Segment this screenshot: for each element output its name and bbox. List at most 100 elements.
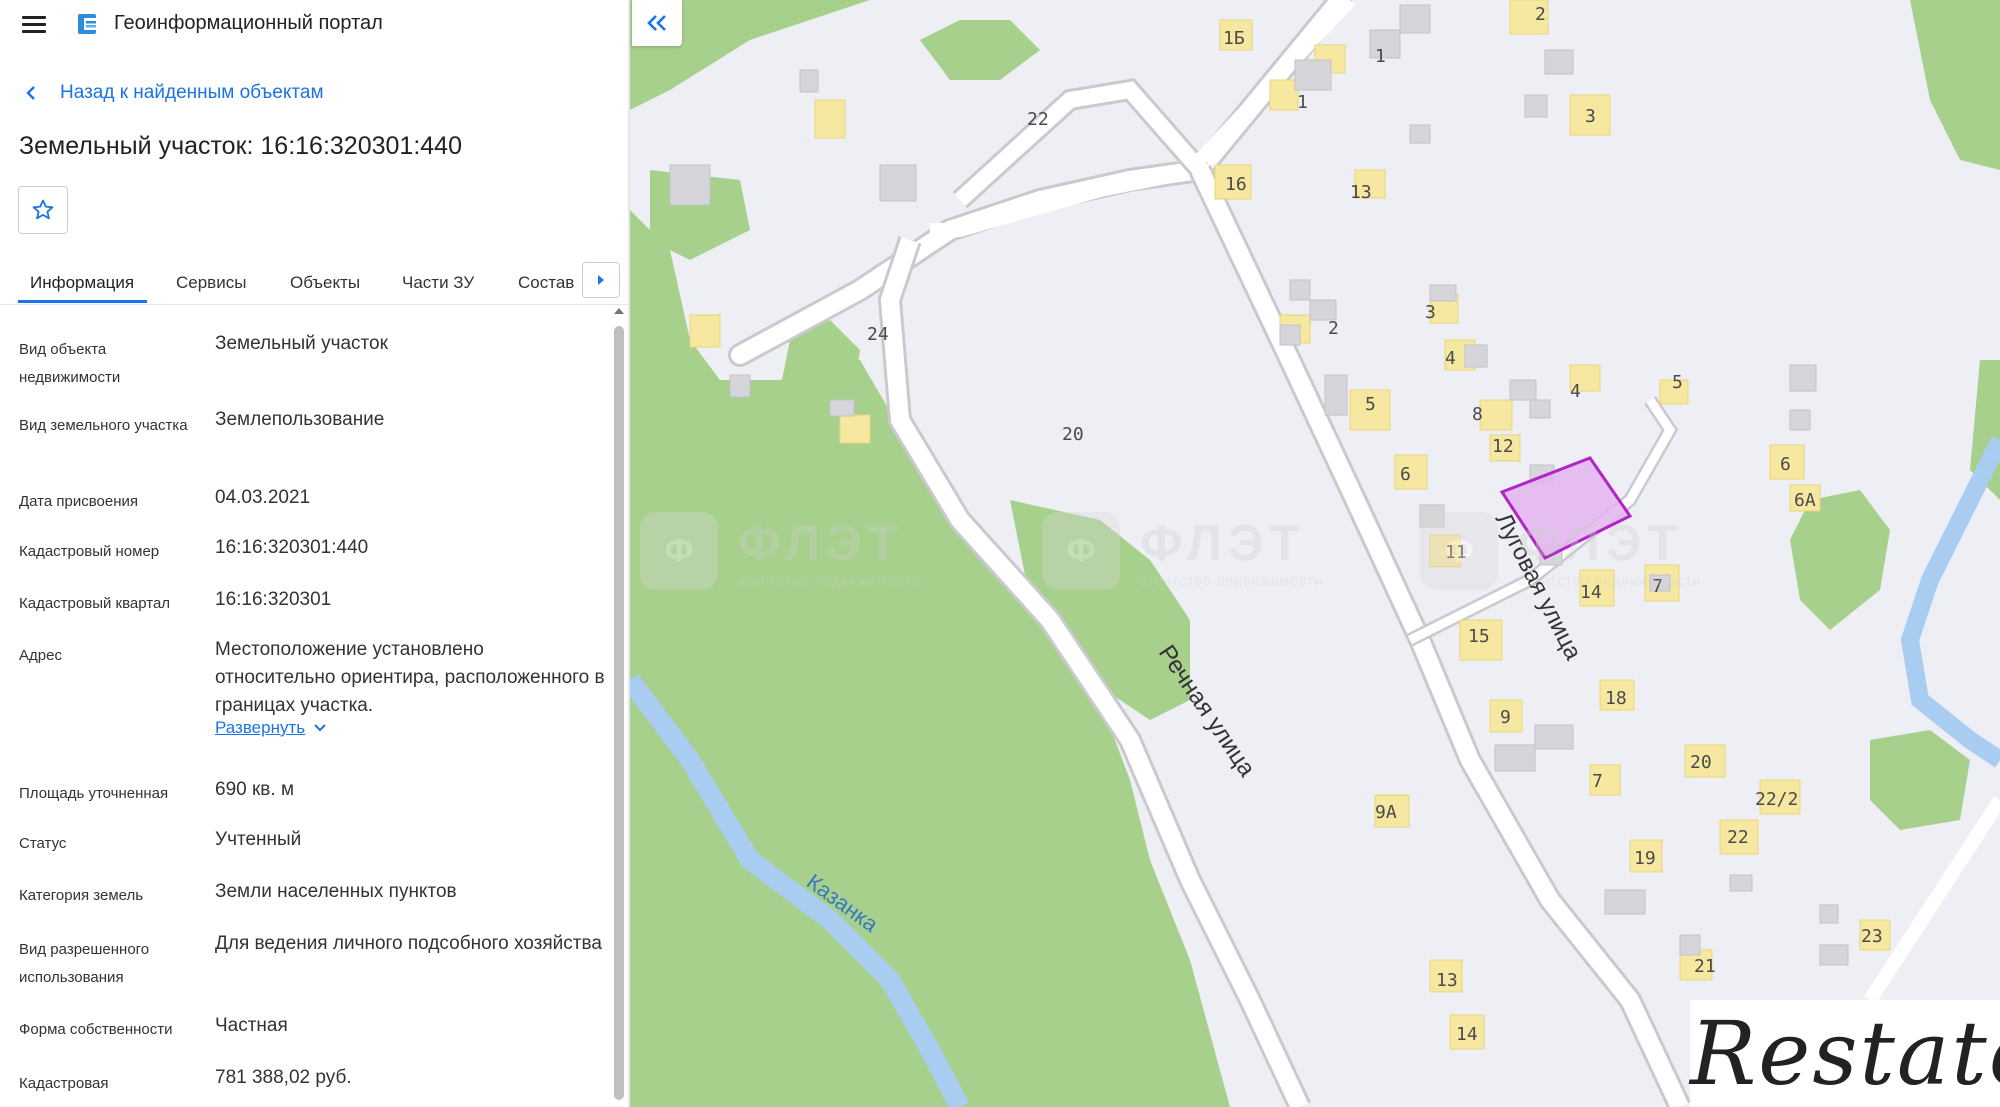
expand-address-link[interactable]: Развернуть bbox=[215, 718, 327, 738]
back-link-label: Назад к найденным объектам bbox=[60, 82, 324, 103]
info-value: 781 388,02 руб. bbox=[215, 1067, 352, 1088]
outbuilding bbox=[1324, 374, 1348, 416]
info-label: Кадастровый номер bbox=[19, 543, 160, 560]
info-label: Вид разрешенного использования bbox=[19, 941, 150, 986]
star-icon bbox=[32, 199, 54, 220]
outbuilding bbox=[1544, 49, 1574, 75]
house-number: 24 bbox=[867, 324, 889, 345]
house-number: 5 bbox=[1672, 372, 1683, 393]
house-number: 14 bbox=[1456, 1024, 1478, 1045]
tab-objects[interactable]: Объекты bbox=[290, 266, 360, 300]
house-number: 4 bbox=[1445, 348, 1456, 369]
house-number: 9 bbox=[1500, 707, 1511, 728]
outbuilding bbox=[1534, 724, 1574, 750]
house-number: 5 bbox=[1365, 394, 1376, 415]
outbuilding bbox=[1789, 409, 1811, 431]
watermark-logo: Ф bbox=[1420, 512, 1498, 590]
app-title: Геоинформационный портал bbox=[114, 12, 383, 34]
info-label: Площадь уточненная bbox=[19, 785, 169, 802]
info-value: Землепользование bbox=[215, 409, 385, 430]
back-to-results-link[interactable]: Назад к найденным объектам bbox=[24, 82, 324, 104]
watermark-logo: Ф bbox=[1042, 512, 1120, 590]
info-label: Кадастровая bbox=[19, 1075, 109, 1092]
chevron-left-icon bbox=[26, 86, 35, 100]
outbuilding bbox=[1309, 299, 1337, 321]
house-number: 21 bbox=[1694, 956, 1716, 977]
brand-text: Restate bbox=[1690, 1002, 2000, 1105]
tab-info[interactable]: Информация bbox=[30, 266, 134, 300]
outbuilding bbox=[1604, 889, 1646, 915]
outbuilding bbox=[1509, 379, 1537, 401]
collapse-panel-button[interactable] bbox=[632, 0, 682, 46]
building bbox=[839, 414, 871, 444]
watermark-sub: агентство недвижимости bbox=[1140, 572, 1324, 588]
outbuilding bbox=[1279, 324, 1301, 346]
info-value: Земельный участок bbox=[215, 333, 388, 354]
info-value: 16:16:320301:440 bbox=[215, 537, 369, 558]
house-number: 15 bbox=[1468, 626, 1490, 647]
tabs-scroll-right-button[interactable] bbox=[582, 262, 620, 298]
watermark: Ф ФЛЭТ агентство недвижимости bbox=[640, 512, 921, 590]
outbuilding bbox=[1524, 94, 1548, 118]
house-number: 13 bbox=[1436, 970, 1458, 991]
info-label: Вид земельного участка bbox=[19, 417, 188, 434]
outbuilding bbox=[829, 399, 855, 417]
house-number: 19 bbox=[1634, 848, 1656, 869]
house-number: 6А bbox=[1794, 490, 1816, 511]
house-number: 22/2 bbox=[1755, 789, 1798, 810]
house-number: 7 bbox=[1592, 771, 1603, 792]
outbuilding bbox=[1464, 344, 1488, 368]
outbuilding bbox=[1679, 934, 1701, 956]
info-label: Дата присвоения bbox=[19, 493, 138, 510]
object-title: Земельный участок: 16:16:320301:440 bbox=[19, 132, 462, 160]
outbuilding bbox=[1399, 4, 1431, 34]
outbuilding bbox=[1429, 284, 1457, 302]
info-panel: Геоинформационный портал Назад к найденн… bbox=[0, 0, 628, 1107]
address-value: Местоположение установлено относительно … bbox=[215, 639, 605, 716]
info-value: 16:16:320301 bbox=[215, 589, 332, 610]
watermark: Ф ФЛЭТ агентство недвижимости bbox=[1420, 512, 1701, 590]
tab-bar: Информация Сервисы Объекты Части ЗУ Сост… bbox=[0, 258, 628, 305]
house-number: 22 bbox=[1027, 109, 1049, 130]
outbuilding bbox=[1294, 59, 1332, 91]
active-tab-indicator bbox=[18, 300, 147, 303]
scroll-up-arrow[interactable] bbox=[614, 308, 624, 314]
expand-label: Развернуть bbox=[215, 718, 306, 737]
scrollbar-thumb[interactable] bbox=[614, 326, 624, 1100]
info-label: Вид объекта недвижимости bbox=[19, 341, 121, 386]
outbuilding bbox=[1289, 279, 1311, 301]
house-number: 18 bbox=[1605, 688, 1627, 709]
tab-services[interactable]: Сервисы bbox=[176, 266, 246, 300]
menu-icon[interactable] bbox=[22, 14, 46, 34]
map-view[interactable]: 1Б 2 1 1 22 3 16 16 13 24 3 2 4 5 20 5 8… bbox=[630, 0, 2000, 1107]
outbuilding bbox=[669, 164, 711, 206]
info-label: Адрес bbox=[19, 647, 62, 664]
watermark-text: ФЛЭТ bbox=[1140, 515, 1306, 571]
favorite-button[interactable] bbox=[18, 186, 68, 234]
caret-right-icon bbox=[598, 275, 604, 285]
info-label: Форма собственности bbox=[19, 1021, 173, 1038]
info-label: Статус bbox=[19, 835, 67, 852]
info-value: Частная bbox=[215, 1015, 288, 1036]
house-number: 6 bbox=[1400, 464, 1411, 485]
outbuilding bbox=[729, 374, 751, 398]
double-chevron-left-icon bbox=[647, 15, 666, 31]
info-label: Кадастровый квартал bbox=[19, 595, 171, 612]
outbuilding bbox=[1789, 364, 1817, 392]
outbuilding bbox=[1729, 874, 1753, 892]
info-label: Категория земель bbox=[19, 887, 144, 904]
brand-watermark: Restate bbox=[1690, 1000, 2000, 1107]
tab-composition[interactable]: Состав bbox=[518, 266, 574, 300]
house-number: 1 bbox=[1375, 46, 1386, 67]
building bbox=[1269, 79, 1299, 111]
building bbox=[814, 99, 846, 139]
chevron-down-icon bbox=[314, 724, 326, 732]
outbuilding bbox=[879, 164, 917, 202]
tab-parts[interactable]: Части ЗУ bbox=[402, 266, 474, 300]
watermark-text: ФЛЭТ bbox=[738, 515, 904, 571]
watermark-logo: Ф bbox=[640, 512, 718, 590]
watermark: Ф ФЛЭТ агентство недвижимости bbox=[1042, 512, 1323, 590]
house-number: 23 bbox=[1861, 926, 1883, 947]
top-bar: Геоинформационный портал bbox=[0, 0, 628, 48]
house-number: 20 bbox=[1690, 752, 1712, 773]
